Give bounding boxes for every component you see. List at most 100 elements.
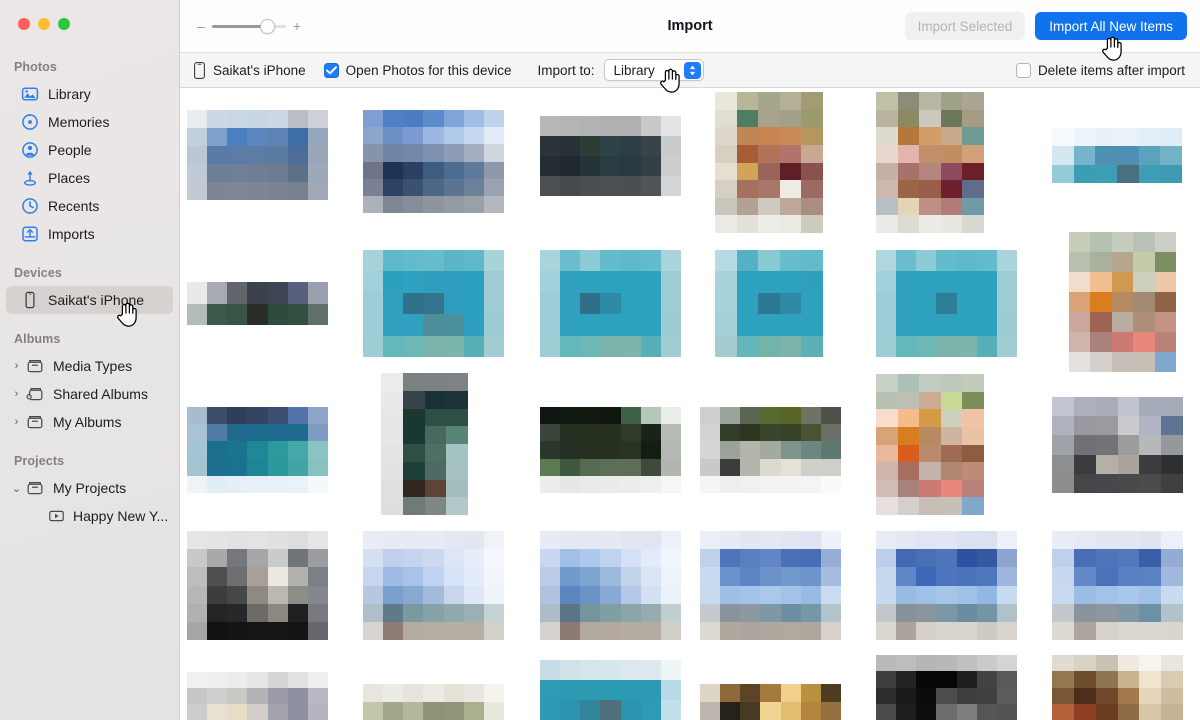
photo-thumbnail[interactable] bbox=[363, 110, 504, 213]
close-button[interactable] bbox=[18, 18, 30, 30]
photo-thumbnail[interactable] bbox=[876, 92, 984, 233]
photo-thumbnail[interactable] bbox=[1052, 397, 1183, 493]
import-selected-button[interactable]: Import Selected bbox=[905, 12, 1026, 40]
people-icon bbox=[20, 141, 39, 160]
thumbnail-pixel bbox=[621, 156, 642, 177]
photo-thumbnail[interactable] bbox=[1052, 531, 1183, 640]
photo-thumbnail[interactable] bbox=[700, 407, 841, 493]
photo-thumbnail[interactable] bbox=[700, 531, 841, 640]
thumbnail-pixel bbox=[247, 282, 268, 304]
delete-items-after-import-checkbox[interactable] bbox=[1016, 63, 1031, 78]
photo-thumbnail[interactable] bbox=[381, 373, 468, 515]
thumbnail-pixel bbox=[1161, 704, 1183, 720]
thumbnail-pixel bbox=[715, 215, 737, 233]
thumbnail-pixel bbox=[423, 604, 444, 623]
thumbnail-pixel bbox=[661, 176, 681, 196]
thumbnail-pixel bbox=[383, 684, 404, 703]
chevron-right-icon[interactable]: › bbox=[10, 360, 23, 372]
zoom-out-icon[interactable]: – bbox=[196, 19, 206, 33]
photo-thumbnail[interactable] bbox=[187, 282, 328, 325]
thumbnail-pixel bbox=[977, 688, 998, 705]
open-photos-checkbox[interactable] bbox=[324, 63, 339, 78]
thumbnail-pixel bbox=[580, 271, 601, 293]
sidebar-item-people[interactable]: People bbox=[6, 136, 173, 164]
sidebar: PhotosLibraryMemoriesPeoplePlacesRecents… bbox=[0, 0, 180, 720]
thumbnail-pixel bbox=[916, 604, 937, 623]
minimize-button[interactable] bbox=[38, 18, 50, 30]
photo-thumbnail[interactable] bbox=[187, 672, 328, 720]
thumbnail-pixel bbox=[227, 441, 248, 459]
thumbnail-pixel bbox=[560, 136, 581, 157]
sidebar-section-title: Albums bbox=[0, 332, 179, 346]
thumbnail-pixel bbox=[760, 702, 781, 720]
photo-thumbnail[interactable] bbox=[876, 655, 1017, 720]
thumbnail-pixel bbox=[876, 336, 897, 357]
delete-after-checkbox-group[interactable]: Delete items after import bbox=[1016, 63, 1185, 78]
thumbnail-pixel bbox=[484, 196, 504, 213]
sidebar-item-library[interactable]: Library bbox=[6, 80, 173, 108]
thumbnail-pixel bbox=[1095, 146, 1117, 165]
import-to-popup-button[interactable]: Library bbox=[604, 59, 704, 81]
chevron-right-icon[interactable]: › bbox=[10, 416, 23, 428]
photo-thumbnail[interactable] bbox=[363, 531, 504, 640]
sidebar-item-imports[interactable]: Imports bbox=[6, 220, 173, 248]
import-all-new-items-button[interactable]: Import All New Items bbox=[1035, 12, 1187, 40]
thumbnail-pixel bbox=[1052, 704, 1074, 720]
photo-grid-scroll-area[interactable] bbox=[180, 88, 1200, 720]
zoom-slider-track[interactable] bbox=[212, 25, 286, 28]
thumbnail-pixel bbox=[381, 373, 403, 391]
photo-thumbnail[interactable] bbox=[715, 92, 823, 233]
photo-thumbnail[interactable] bbox=[1069, 232, 1176, 372]
thumbnail-pixel bbox=[425, 480, 447, 498]
sidebar-item-shared-albums[interactable]: ›Shared Albums bbox=[6, 380, 173, 408]
thumbnail-pixel bbox=[1139, 474, 1161, 493]
thumbnail-pixel bbox=[896, 293, 917, 315]
sidebar-item-happy-new-y[interactable]: Happy New Y... bbox=[6, 502, 173, 530]
window-controls[interactable] bbox=[18, 18, 70, 30]
sidebar-item-media-types[interactable]: ›Media Types bbox=[6, 352, 173, 380]
photo-thumbnail[interactable] bbox=[363, 250, 504, 357]
sidebar-item-memories[interactable]: Memories bbox=[6, 108, 173, 136]
chevron-right-icon[interactable]: › bbox=[10, 388, 23, 400]
chevron-updown-icon[interactable] bbox=[684, 62, 701, 79]
thumbnail-pixel bbox=[187, 586, 208, 605]
sidebar-item-saikat-s-iphone[interactable]: Saikat's iPhone bbox=[6, 286, 173, 314]
sidebar-item-my-projects[interactable]: ⌄My Projects bbox=[6, 474, 173, 502]
thumbnail-pixel bbox=[876, 427, 898, 445]
sidebar-item-places[interactable]: Places bbox=[6, 164, 173, 192]
zoom-button[interactable] bbox=[58, 18, 70, 30]
thumbnail-pixel bbox=[740, 684, 761, 703]
thumbnail-pixel bbox=[720, 407, 741, 425]
thumbnail-pixel bbox=[962, 110, 984, 128]
thumbnail-pixel bbox=[941, 145, 963, 163]
photo-thumbnail[interactable] bbox=[715, 250, 823, 357]
open-photos-checkbox-group[interactable]: Open Photos for this device bbox=[324, 63, 512, 78]
photo-thumbnail[interactable] bbox=[540, 660, 681, 720]
photo-thumbnail[interactable] bbox=[700, 684, 841, 720]
photo-thumbnail[interactable] bbox=[363, 684, 504, 720]
photo-thumbnail[interactable] bbox=[540, 407, 681, 493]
thumbnail-pixel bbox=[423, 162, 444, 180]
chevron-down-icon[interactable]: ⌄ bbox=[10, 482, 23, 495]
thumbnail-pixel bbox=[1139, 622, 1161, 640]
thumbnail-pixel bbox=[207, 476, 228, 493]
photo-thumbnail[interactable] bbox=[540, 531, 681, 640]
photo-thumbnail[interactable] bbox=[876, 531, 1017, 640]
photo-thumbnail[interactable] bbox=[876, 374, 984, 515]
thumbnail-pixel bbox=[737, 145, 759, 163]
zoom-slider-knob[interactable] bbox=[260, 19, 275, 34]
thumbnail-zoom-slider[interactable]: – + bbox=[196, 19, 302, 33]
sidebar-item-label: My Albums bbox=[53, 414, 121, 430]
photo-thumbnail[interactable] bbox=[540, 250, 681, 357]
photo-thumbnail[interactable] bbox=[1052, 655, 1183, 720]
photo-thumbnail[interactable] bbox=[187, 531, 328, 640]
zoom-in-icon[interactable]: + bbox=[292, 19, 302, 33]
photo-thumbnail[interactable] bbox=[187, 110, 328, 200]
photo-thumbnail[interactable] bbox=[1052, 128, 1182, 183]
photo-thumbnail[interactable] bbox=[876, 250, 1017, 357]
photo-thumbnail[interactable] bbox=[187, 407, 328, 493]
sidebar-item-recents[interactable]: Recents bbox=[6, 192, 173, 220]
sidebar-item-my-albums[interactable]: › My Albums bbox=[6, 408, 173, 436]
thumbnail-pixel bbox=[876, 671, 897, 688]
photo-thumbnail[interactable] bbox=[540, 116, 681, 196]
